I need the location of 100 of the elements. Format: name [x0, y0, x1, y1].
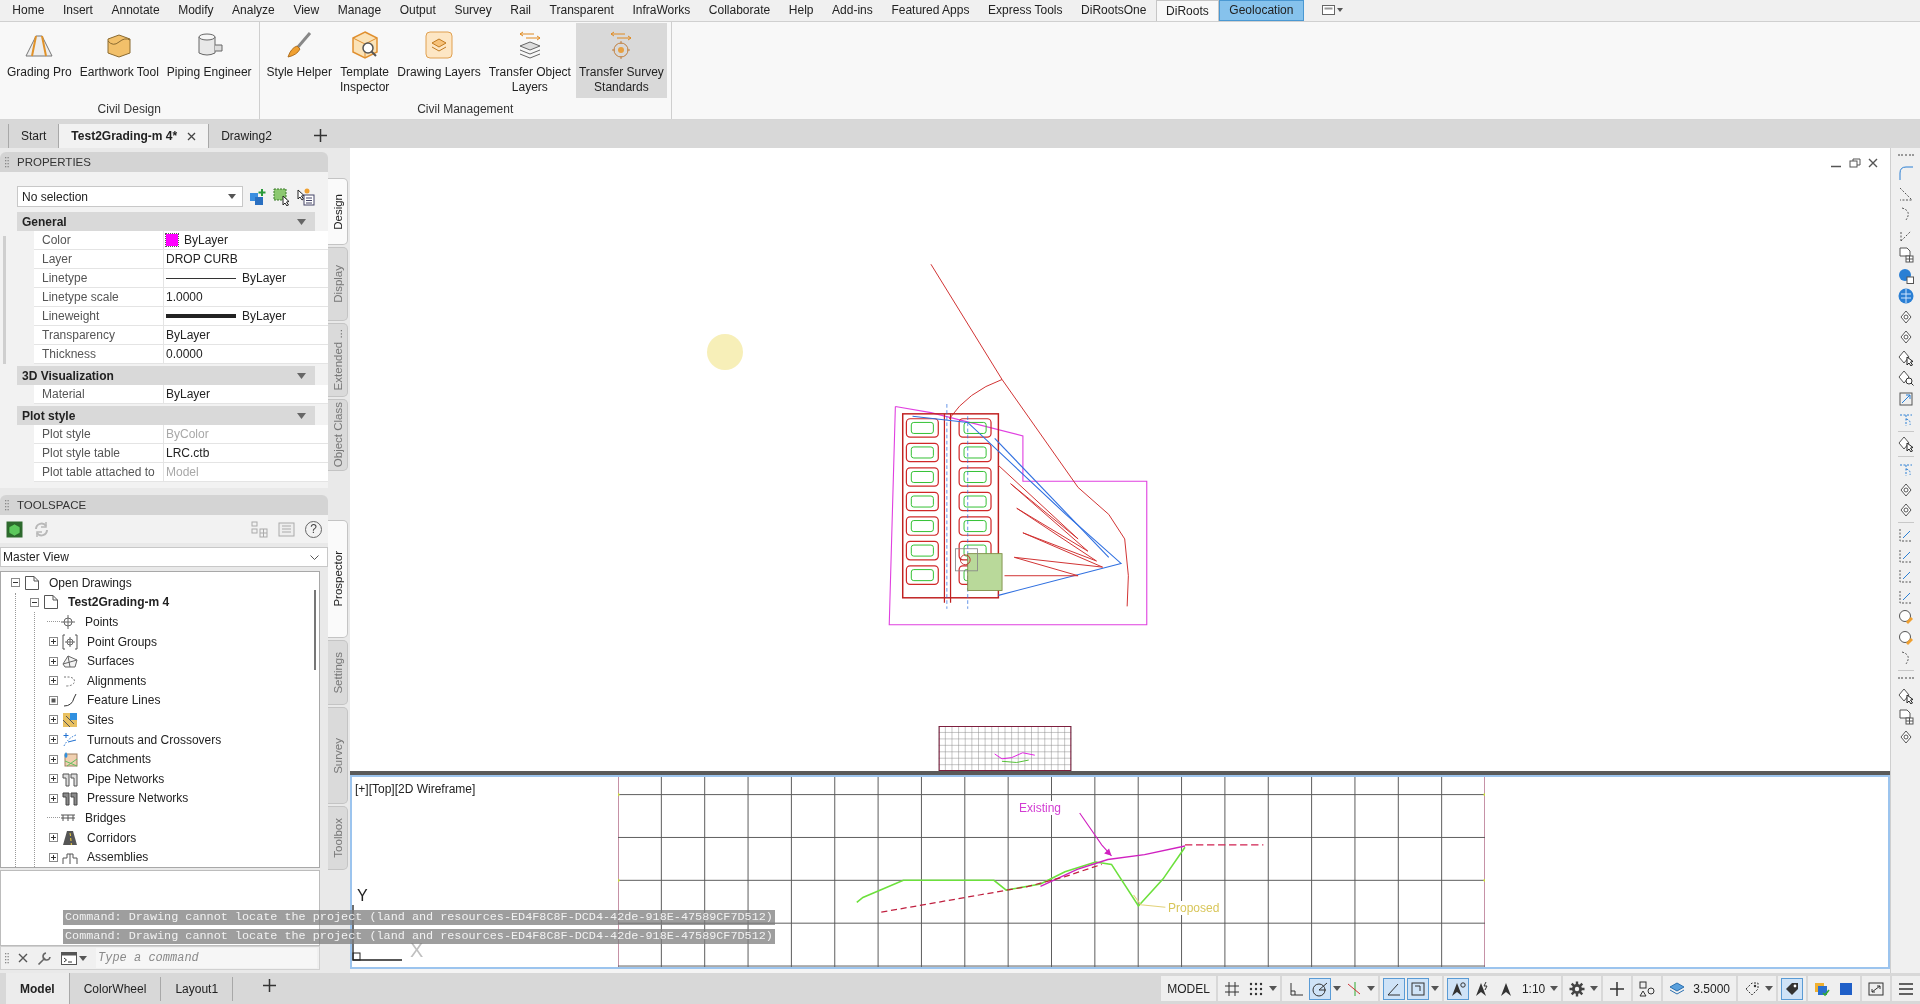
ribbon-tab[interactable]: Rail	[501, 0, 541, 21]
circle-pencil-icon[interactable]	[1897, 629, 1914, 646]
point-cursor-icon[interactable]	[1897, 436, 1914, 452]
plus-icon[interactable]	[313, 129, 327, 142]
caret-icon[interactable]	[1332, 986, 1341, 991]
property-value[interactable]: ByLayer	[166, 387, 211, 401]
ribbon-button[interactable]: Earthwork Tool	[76, 23, 162, 98]
ribbon-button[interactable]: Transfer Object Layers	[485, 23, 574, 98]
plus-icon[interactable]	[263, 979, 277, 992]
plus-box-icon[interactable]	[49, 637, 58, 647]
caret-icon[interactable]	[1366, 986, 1375, 991]
ribbon-tab[interactable]: View	[284, 0, 329, 21]
dot-box-icon[interactable]	[49, 695, 58, 705]
view-dropdown[interactable]: Master View	[0, 547, 328, 567]
ribbon-tab[interactable]: Analyze	[222, 0, 285, 21]
section-header[interactable]: 3D Visualization	[17, 366, 315, 385]
ribbon-tab[interactable]: Collaborate	[699, 0, 780, 21]
caret-icon[interactable]	[1590, 986, 1599, 991]
scrollbar[interactable]	[314, 590, 316, 670]
squares-plus-icon[interactable]	[249, 187, 267, 206]
ribbon-tab[interactable]: Modify	[168, 0, 223, 21]
cursor-list-icon[interactable]	[297, 187, 315, 206]
ribbon-tab[interactable]: Add-ins	[822, 0, 883, 21]
caret-icon[interactable]	[1268, 986, 1277, 991]
property-value[interactable]: ByLayer	[184, 233, 229, 247]
ribbon-tab[interactable]: Insert	[53, 0, 103, 21]
tree-item[interactable]: Sites	[87, 712, 114, 727]
cube-icon[interactable]	[6, 520, 23, 538]
selection-cursor-icon[interactable]	[273, 187, 291, 206]
dimension-icon[interactable]	[1897, 588, 1914, 605]
tree-item[interactable]: Bridges	[85, 810, 126, 825]
close-icon[interactable]	[1868, 158, 1878, 168]
plus-box-icon[interactable]	[49, 715, 58, 725]
tree-item[interactable]: Assemblies	[87, 850, 149, 865]
plus-box-icon[interactable]	[49, 754, 58, 764]
plus-box-icon[interactable]	[49, 852, 58, 862]
tag-icon[interactable]	[1781, 977, 1803, 1000]
property-value[interactable]: ByLayer	[242, 271, 287, 285]
property-value[interactable]: DROP CURB	[166, 252, 238, 266]
circle-pencil-icon[interactable]	[1897, 609, 1914, 625]
ribbon-tab[interactable]: Manage	[328, 0, 391, 21]
dimension-icon[interactable]	[1897, 568, 1914, 584]
document-grid-icon[interactable]	[1897, 247, 1914, 263]
ribbon-tab[interactable]: Annotate	[102, 0, 169, 21]
ribbon-tab[interactable]: Help	[779, 0, 823, 21]
ribbon-button[interactable]: Piping Engineer	[163, 23, 255, 98]
globe-icon[interactable]	[1897, 288, 1914, 304]
circle-angle-icon[interactable]	[1308, 977, 1331, 1000]
plus-box-icon[interactable]	[49, 793, 58, 803]
caret-icon[interactable]	[1765, 986, 1773, 991]
panel-caret-icon[interactable]	[1321, 4, 1344, 16]
square-corner-icon[interactable]	[1406, 977, 1429, 1000]
viewport-label[interactable]: [+][Top][2D Wireframe]	[355, 782, 476, 796]
point-cursor-icon[interactable]	[1897, 688, 1914, 704]
caret-icon[interactable]	[1430, 986, 1439, 991]
property-value[interactable]: ByLayer	[242, 309, 287, 323]
ribbon-tab[interactable]: Express Tools	[978, 0, 1072, 21]
ribbon-button[interactable]: Template Inspector	[336, 23, 393, 98]
plus-box-icon[interactable]	[49, 735, 58, 745]
side-tab[interactable]: Prospector	[328, 520, 348, 639]
selection-dropdown[interactable]: No selection	[17, 186, 243, 207]
ribbon-button[interactable]: Drawing Layers	[394, 23, 484, 98]
ribbon-button[interactable]: Transfer Survey Standards	[575, 23, 667, 98]
ribbon-tab[interactable]: DiRoots	[1155, 0, 1220, 21]
tree-item[interactable]: Feature Lines	[87, 693, 161, 708]
scrollbar[interactable]	[3, 236, 6, 364]
property-value[interactable]: 0.0000	[166, 347, 203, 361]
ribbon-button[interactable]: Style Helper	[263, 23, 335, 98]
close-icon[interactable]	[187, 131, 197, 141]
property-value[interactable]: 1.0000	[166, 290, 203, 304]
tree-item[interactable]: Turnouts and Crossovers	[87, 732, 222, 747]
layout-tab[interactable]: ColorWheel	[69, 976, 162, 1001]
ribbon-tab[interactable]: Output	[390, 0, 446, 21]
property-value[interactable]: LRC.ctb	[166, 446, 210, 460]
tree-item[interactable]: Test2Grading-m 4	[68, 595, 170, 610]
restore-icon[interactable]	[1849, 158, 1861, 168]
property-value[interactable]: ByLayer	[166, 328, 211, 342]
ribbon-tab[interactable]: Geolocation	[1219, 0, 1304, 21]
plus-box-icon[interactable]	[49, 656, 58, 666]
tree-item[interactable]: Pressure Networks	[87, 791, 189, 806]
side-tab[interactable]: Design	[328, 178, 348, 245]
tree-item[interactable]: Alignments	[87, 673, 147, 688]
dimension-icon[interactable]	[1897, 527, 1914, 543]
layout-tab[interactable]: Layout1	[161, 976, 234, 1001]
minus-box-icon[interactable]	[11, 578, 20, 588]
layout-tab[interactable]: Model	[6, 973, 70, 1004]
tree-item[interactable]: Surfaces	[87, 654, 135, 669]
plus-box-icon[interactable]	[49, 833, 58, 842]
plus-box-icon[interactable]	[49, 676, 58, 686]
ribbon-tab[interactable]: Home	[3, 0, 54, 21]
plus-box-icon[interactable]	[49, 774, 58, 784]
ribbon-tab[interactable]: Survey	[445, 0, 502, 21]
tree-item[interactable]: Catchments	[87, 752, 152, 767]
tree-item[interactable]: Point Groups	[87, 634, 158, 649]
tree-item[interactable]: Corridors	[87, 830, 137, 845]
section-header[interactable]: Plot style	[17, 406, 315, 425]
tree-item[interactable]: Open Drawings	[49, 575, 132, 590]
tree-item[interactable]: Points	[85, 615, 119, 629]
section-header[interactable]: General	[17, 212, 315, 231]
file-tab[interactable]: Test2Grading-m 4*	[58, 124, 209, 148]
